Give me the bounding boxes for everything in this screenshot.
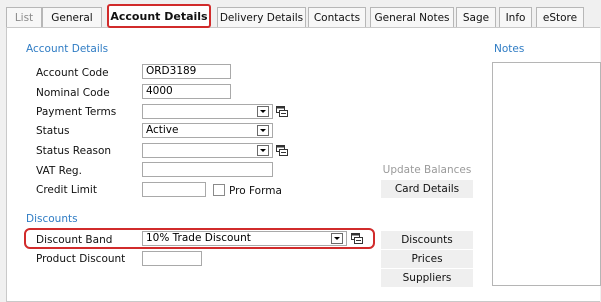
tab-bar: List General Account Details Delivery De…: [0, 0, 601, 28]
payment-terms-select[interactable]: [142, 104, 273, 119]
payment-terms-lookup-icon[interactable]: [276, 106, 288, 117]
status-reason-lookup-icon[interactable]: [276, 145, 288, 156]
credit-limit-field[interactable]: [142, 182, 206, 197]
vat-reg-label: VAT Reg.: [36, 165, 82, 177]
account-code-field[interactable]: ORD3189: [142, 64, 231, 79]
card-details-button[interactable]: Card Details: [381, 180, 473, 198]
discount-band-label: Discount Band: [36, 234, 113, 246]
status-select[interactable]: Active: [142, 123, 273, 138]
tab-info[interactable]: Info: [499, 7, 532, 27]
status-label: Status: [36, 125, 70, 137]
status-reason-label: Status Reason: [36, 145, 112, 157]
suppliers-button[interactable]: Suppliers: [381, 269, 473, 287]
discount-band-dropdown-icon[interactable]: [331, 233, 343, 244]
discount-band-lookup-icon[interactable]: [351, 233, 363, 244]
discounts-heading: Discounts: [26, 213, 78, 225]
status-dropdown-icon[interactable]: [257, 125, 269, 136]
payment-terms-dropdown-icon[interactable]: [257, 106, 269, 117]
account-details-heading: Account Details: [26, 43, 109, 55]
pro-forma-label: Pro Forma: [229, 185, 282, 197]
status-reason-select[interactable]: [142, 143, 273, 158]
vat-reg-field[interactable]: [142, 162, 273, 177]
nominal-code-label: Nominal Code: [36, 87, 110, 99]
tab-account-details[interactable]: Account Details: [107, 4, 211, 28]
payment-terms-label: Payment Terms: [36, 106, 117, 118]
notes-textarea[interactable]: [492, 62, 601, 286]
notes-heading: Notes: [494, 43, 525, 55]
product-discount-label: Product Discount: [36, 253, 126, 265]
credit-limit-label: Credit Limit: [36, 184, 97, 196]
status-reason-dropdown-icon[interactable]: [257, 145, 269, 156]
tab-delivery-details[interactable]: Delivery Details: [217, 7, 306, 27]
tab-estore[interactable]: eStore: [536, 7, 584, 27]
product-discount-field[interactable]: [142, 251, 202, 266]
tab-list[interactable]: List: [6, 7, 42, 27]
update-balances-button[interactable]: Update Balances: [381, 161, 473, 179]
pro-forma-checkbox[interactable]: [213, 184, 225, 196]
discounts-button[interactable]: Discounts: [381, 231, 473, 249]
account-code-label: Account Code: [36, 67, 109, 79]
prices-button[interactable]: Prices: [381, 250, 473, 268]
tab-contacts[interactable]: Contacts: [308, 7, 366, 27]
discount-band-select[interactable]: 10% Trade Discount: [142, 231, 347, 246]
tab-sage[interactable]: Sage: [456, 7, 496, 27]
tab-general-notes[interactable]: General Notes: [370, 7, 454, 27]
nominal-code-field[interactable]: 4000: [142, 84, 231, 99]
tab-general[interactable]: General: [42, 7, 102, 27]
